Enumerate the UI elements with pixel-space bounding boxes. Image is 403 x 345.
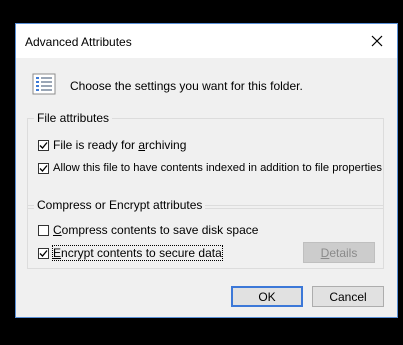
archive-checkbox[interactable]: File is ready for archiving <box>38 138 186 152</box>
close-button[interactable] <box>357 24 397 58</box>
archive-checkbox-label: File is ready for archiving <box>53 138 187 152</box>
check-icon <box>39 164 48 172</box>
cancel-button[interactable]: Cancel <box>312 286 384 307</box>
compress-checkbox-label: Compress contents to save disk space <box>53 223 259 237</box>
list-settings-icon <box>32 73 56 95</box>
compress-checkbox[interactable]: Compress contents to save disk space <box>38 223 258 237</box>
index-checkbox-box[interactable] <box>38 162 49 174</box>
advanced-attributes-dialog: Advanced Attributes Choose the settings … <box>15 23 398 318</box>
encrypt-checkbox-box[interactable] <box>38 247 49 259</box>
dialog-title: Advanced Attributes <box>25 35 132 49</box>
index-checkbox[interactable]: Allow this file to have contents indexed… <box>38 162 382 174</box>
check-icon <box>39 141 48 149</box>
compress-checkbox-box[interactable] <box>38 224 49 236</box>
title-bar: Advanced Attributes <box>16 24 397 58</box>
check-icon <box>39 249 48 257</box>
ok-button[interactable]: OK <box>231 286 303 307</box>
header-description: Choose the settings you want for this fo… <box>70 79 303 93</box>
index-checkbox-label: Allow this file to have contents indexed… <box>53 162 382 174</box>
file-attributes-label: File attributes <box>34 111 113 125</box>
encrypt-checkbox-label: Encrypt contents to secure data <box>52 245 223 261</box>
archive-checkbox-box[interactable] <box>38 139 49 151</box>
encrypt-checkbox[interactable]: Encrypt contents to secure data <box>38 245 223 261</box>
details-button[interactable]: Details <box>303 242 375 263</box>
compress-encrypt-label: Compress or Encrypt attributes <box>34 198 206 212</box>
close-icon <box>371 35 383 47</box>
